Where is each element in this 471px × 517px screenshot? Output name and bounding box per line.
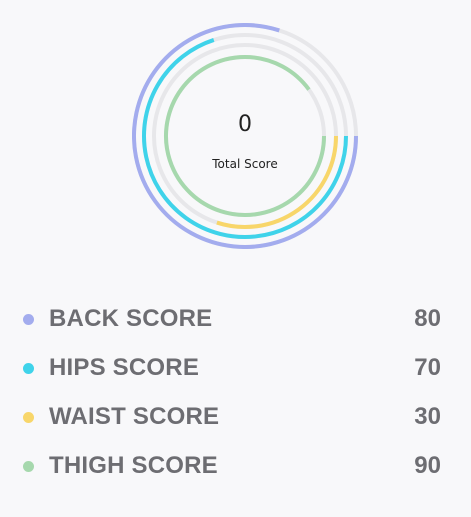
thigh-score-label: THIGH SCORE	[49, 452, 218, 479]
back-score-label: BACK SCORE	[49, 305, 213, 332]
hips-score-value: 70	[414, 354, 441, 381]
hips-score-label: HIPS SCORE	[49, 354, 200, 381]
total-score-value: 0	[238, 112, 252, 137]
hips-ring-arc	[142, 38, 348, 239]
legend-row-hips: HIPS SCORE 70	[0, 344, 471, 393]
waist-score-dot	[23, 412, 34, 423]
back-score-value: 80	[414, 305, 441, 332]
legend-row-waist: WAIST SCORE 30	[0, 393, 471, 442]
waist-score-value: 30	[414, 403, 441, 430]
hips-score-dot	[23, 363, 34, 374]
total-score-label: Total Score	[212, 157, 278, 171]
waist-score-label: WAIST SCORE	[49, 403, 220, 430]
thigh-score-dot	[23, 461, 34, 472]
legend-row-back: BACK SCORE 80	[0, 295, 471, 344]
score-legend: BACK SCORE 80 HIPS SCORE 70 WAIST SCORE …	[0, 295, 471, 491]
score-ring-chart: 0 Total Score	[132, 23, 358, 249]
legend-row-thigh: THIGH SCORE 90	[0, 442, 471, 491]
back-score-dot	[23, 314, 34, 325]
score-screen: 0 Total Score BACK SCORE 80 HIPS SCORE 7…	[0, 0, 471, 517]
thigh-score-value: 90	[414, 452, 441, 479]
